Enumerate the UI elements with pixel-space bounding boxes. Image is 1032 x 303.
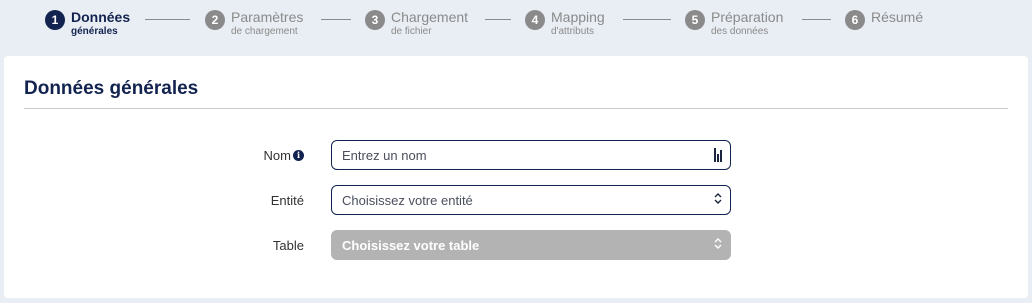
step-subtitle: de fichier [391, 26, 432, 37]
title-divider [24, 108, 1008, 109]
step-preparation-donnees[interactable]: 5 Préparation des données [685, 10, 783, 37]
chevron-updown-icon [714, 238, 722, 253]
step-chargement-fichier[interactable]: 3 Chargement de fichier [365, 10, 468, 37]
step-number: 3 [365, 10, 385, 30]
step-number: 5 [685, 10, 705, 30]
step-subtitle: d'attributs [551, 26, 595, 37]
step-donnees-generales[interactable]: 1 Données générales [45, 10, 130, 37]
nom-label-text: Nom [263, 147, 291, 163]
entite-select[interactable]: Choisissez votre entité [331, 185, 731, 215]
stepper: 1 Données générales 2 Paramètres de char… [0, 0, 1032, 52]
step-title: Paramètres [231, 9, 304, 25]
step-number: 1 [45, 10, 65, 30]
step-connector [802, 19, 831, 20]
step-connector [623, 19, 671, 20]
page-title: Données générales [24, 78, 199, 99]
step-title: Mapping [551, 9, 605, 25]
nom-label: Nom i [264, 140, 304, 170]
step-number: 4 [525, 10, 545, 30]
step-parametres-chargement[interactable]: 2 Paramètres de chargement [205, 10, 303, 37]
step-connector [485, 19, 511, 20]
nom-input[interactable]: Entrez un nom [331, 140, 731, 170]
step-subtitle: générales [71, 26, 118, 37]
step-resume[interactable]: 6 Résumé [845, 10, 923, 30]
step-title: Résumé [871, 9, 924, 25]
step-subtitle: de chargement [231, 26, 298, 37]
table-select: Choisissez votre table [331, 230, 731, 260]
form-row-nom: Nom i Entrez un nom [4, 140, 1028, 170]
step-connector [145, 19, 190, 20]
table-placeholder: Choisissez votre table [342, 237, 480, 253]
form-row-table: Table Choisissez votre table [4, 230, 1028, 260]
form-card: Données générales Nom i Entrez un nom En… [4, 56, 1028, 298]
step-title: Données [71, 9, 131, 25]
step-title: Préparation [711, 9, 784, 25]
form-row-entite: Entité Choisissez votre entité [4, 185, 1028, 215]
step-mapping-attributs[interactable]: 4 Mapping d'attributs [525, 10, 605, 37]
entite-placeholder: Choisissez votre entité [342, 192, 473, 208]
step-number: 6 [845, 10, 865, 30]
info-icon[interactable]: i [293, 149, 304, 161]
step-title: Chargement [391, 9, 469, 25]
entite-label: Entité [270, 192, 304, 208]
table-label: Table [272, 237, 304, 253]
step-subtitle: des données [711, 26, 769, 37]
step-connector [321, 19, 351, 20]
nom-placeholder: Entrez un nom [342, 147, 427, 163]
chevron-updown-icon [714, 193, 722, 208]
step-number: 2 [205, 10, 225, 30]
password-manager-icon[interactable] [714, 148, 722, 162]
